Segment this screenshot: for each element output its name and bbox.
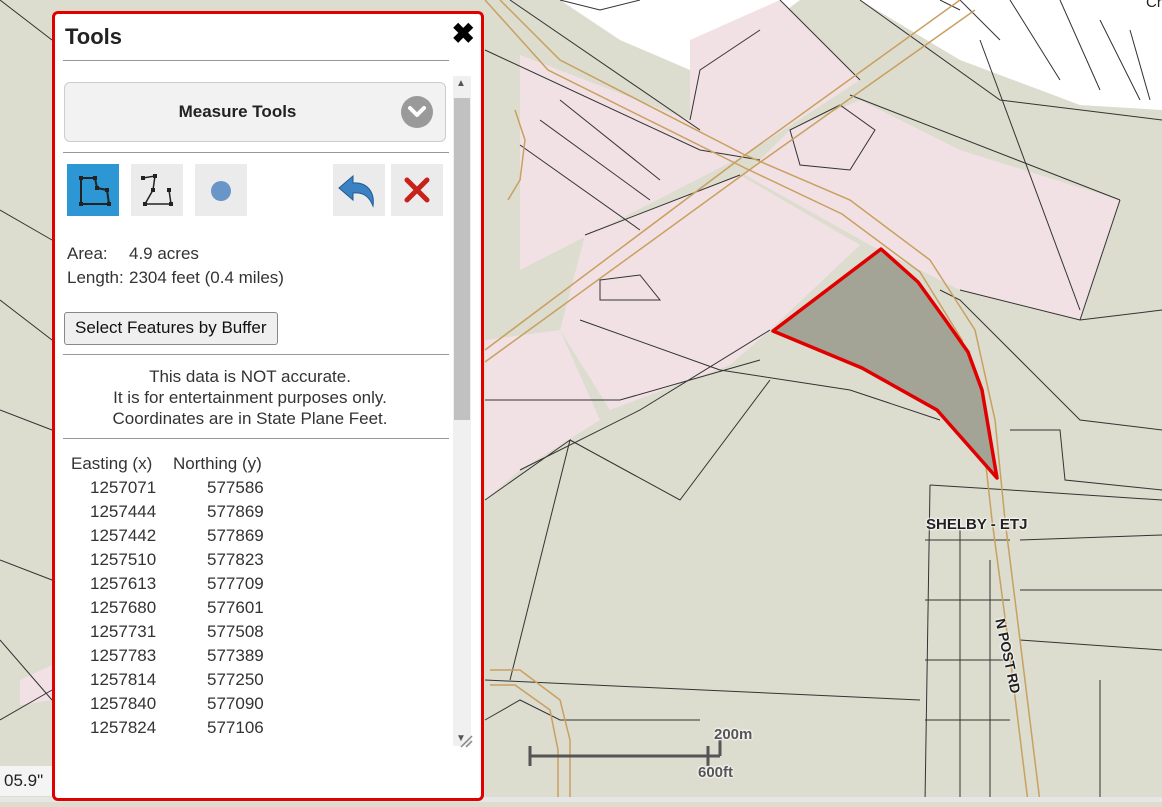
- chevron-down-icon[interactable]: [401, 96, 433, 128]
- dropdown-label: Measure Tools: [178, 102, 297, 121]
- table-row: 1257731 577508: [71, 620, 281, 644]
- table-row: 1257444 577869: [71, 500, 281, 524]
- table-row: 1257840 577090: [71, 692, 281, 716]
- polyline-icon: [141, 174, 173, 206]
- measure-length-button[interactable]: [131, 164, 183, 216]
- easting-cell: 1257814: [90, 670, 157, 689]
- table-row: 1257071 577586: [71, 476, 281, 500]
- length-label: Length:: [67, 268, 124, 287]
- undo-button[interactable]: [333, 164, 385, 216]
- easting-cell: 1257743: [71, 740, 173, 744]
- easting-cell: 1257442: [90, 526, 157, 545]
- northing-cell: 577389: [207, 646, 264, 665]
- northing-cell: 577869: [207, 526, 264, 545]
- disclaimer-line: This data is NOT accurate.: [149, 367, 351, 386]
- northing-cell: 577823: [207, 550, 264, 569]
- northing-cell: 577106: [207, 718, 264, 737]
- scale-imperial-label: 600ft: [698, 764, 734, 781]
- area-value: 4.9 acres: [129, 244, 199, 263]
- table-row: 1257824 577106: [71, 716, 281, 740]
- table-row: 1257510 577823: [71, 548, 281, 572]
- divider: [63, 354, 449, 355]
- divider: [63, 438, 449, 439]
- disclaimer-line: Coordinates are in State Plane Feet.: [112, 409, 388, 428]
- length-value: 2304 feet (0.4 miles): [129, 268, 284, 287]
- corner-label: Cr: [1146, 0, 1162, 11]
- table-header: Easting (x) Northing (y): [71, 452, 281, 476]
- measure-area-button[interactable]: [67, 164, 119, 216]
- coordinate-readout: 05.9": [0, 766, 54, 796]
- coordinate-rows: 1257071 577586 1257444 577869 1257442 577869 1…: [71, 476, 281, 744]
- northing-cell: 577709: [207, 574, 264, 593]
- easting-cell: 1257783: [90, 646, 157, 665]
- scroll-thumb[interactable]: [454, 98, 470, 420]
- polygon-icon: [79, 176, 111, 206]
- easting-cell: 1257840: [90, 694, 157, 713]
- northing-cell: 577869: [207, 502, 264, 521]
- easting-cell: 1257731: [90, 622, 157, 641]
- resize-handle-icon[interactable]: [459, 734, 473, 748]
- panel-title: Tools: [65, 24, 123, 49]
- panel-scrollbar[interactable]: ▲ ▼: [453, 76, 471, 746]
- area-row: Area: 4.9 acres: [67, 244, 199, 264]
- easting-cell: 1257680: [90, 598, 157, 617]
- table-row: 1257442 577869: [71, 524, 281, 548]
- point-icon: [211, 181, 231, 201]
- area-label: Area:: [67, 244, 108, 263]
- northing-cell: 577200: [173, 740, 281, 744]
- easting-cell: 1257444: [90, 502, 157, 521]
- undo-arrow-icon: [338, 174, 374, 208]
- northing-header: Northing (y): [173, 454, 262, 473]
- clear-button[interactable]: [391, 164, 443, 216]
- northing-cell: 577090: [207, 694, 264, 713]
- coordinates-table: Easting (x) Northing (y) 1257071 577586 12…: [71, 452, 281, 744]
- northing-cell: 577586: [207, 478, 264, 497]
- length-row: Length: 2304 feet (0.4 miles): [67, 268, 284, 288]
- easting-cell: 1257510: [90, 550, 157, 569]
- select-features-by-buffer-button[interactable]: Select Features by Buffer: [64, 312, 278, 345]
- disclaimer-line: It is for entertainment purposes only.: [113, 388, 387, 407]
- northing-cell: 577601: [207, 598, 264, 617]
- northing-cell: 577508: [207, 622, 264, 641]
- red-x-icon: [404, 177, 430, 203]
- easting-cell: 1257824: [90, 718, 157, 737]
- easting-header: Easting (x): [71, 454, 153, 473]
- measure-point-button[interactable]: [195, 164, 247, 216]
- disclaimer: This data is NOT accurate. It is for ent…: [65, 366, 435, 429]
- easting-cell: 1257613: [90, 574, 157, 593]
- scroll-up-icon[interactable]: ▲: [456, 78, 466, 89]
- table-row: 1257814 577250: [71, 668, 281, 692]
- etj-label: SHELBY - ETJ: [926, 516, 1028, 533]
- table-row: 1257680 577601: [71, 596, 281, 620]
- table-row: 1257783 577389: [71, 644, 281, 668]
- measure-tools-dropdown[interactable]: Measure Tools: [64, 82, 446, 142]
- divider: [63, 152, 449, 153]
- northing-cell: 577250: [207, 670, 264, 689]
- scale-metric-label: 200m: [714, 726, 753, 743]
- close-icon[interactable]: ✖: [452, 19, 475, 49]
- table-row: 1257613 577709: [71, 572, 281, 596]
- tools-panel: Tools ✖ Measure Tools Area: 4.9 acres Le…: [52, 11, 484, 801]
- scale-bar: 200m 600ft: [528, 726, 752, 791]
- table-row: 1257743577200: [71, 740, 281, 744]
- divider: [63, 60, 449, 61]
- easting-cell: 1257071: [90, 478, 157, 497]
